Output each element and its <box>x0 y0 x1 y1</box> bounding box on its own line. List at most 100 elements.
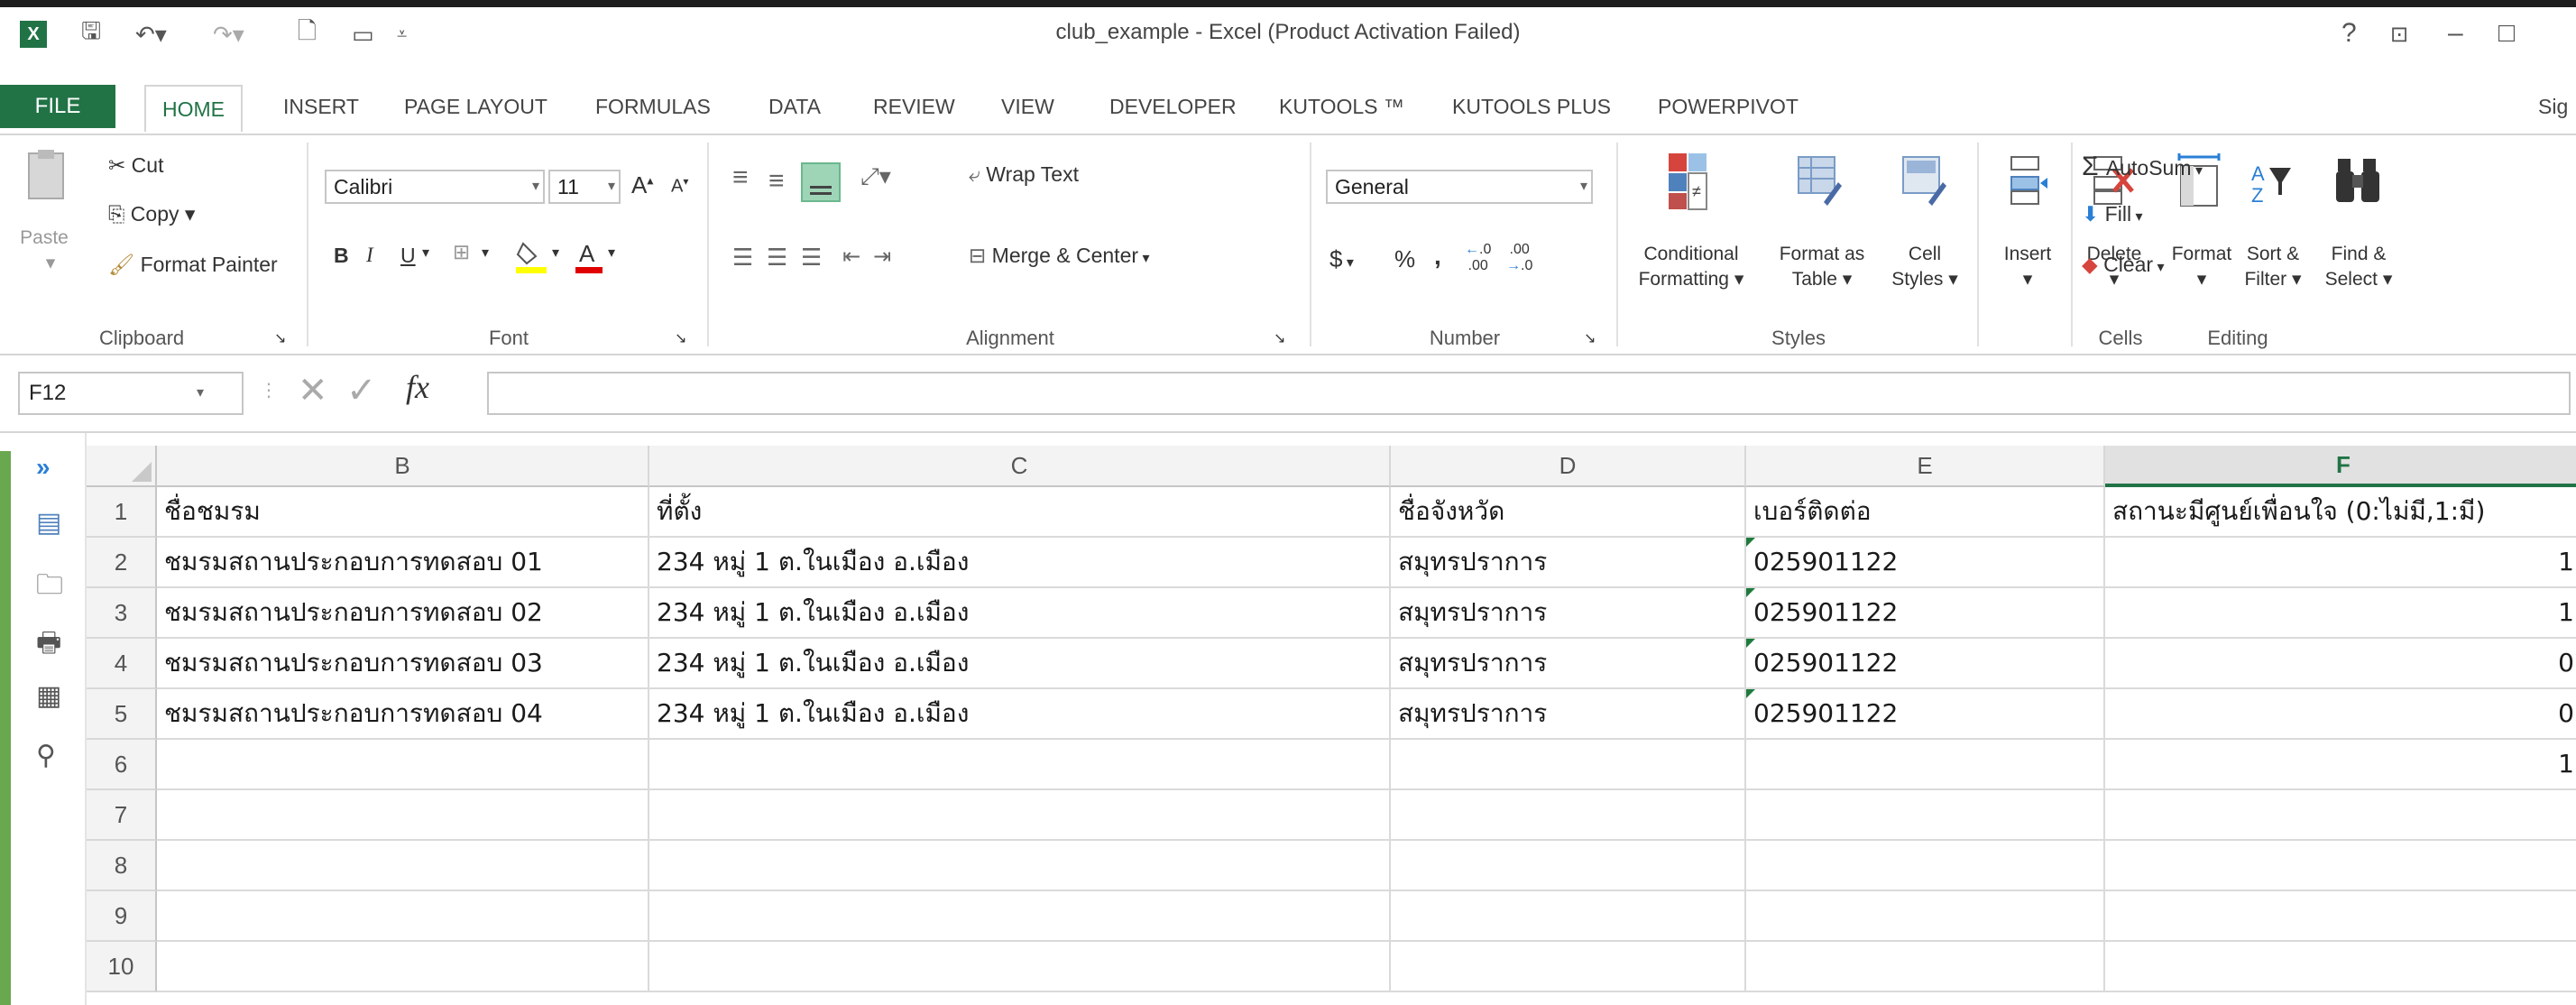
alignment-launcher-icon[interactable]: ↘ <box>1274 327 1285 352</box>
ribbon-display-icon[interactable]: ⊡ <box>2390 22 2408 48</box>
fill-button[interactable]: ⬇ Fill ▾ <box>2082 202 2143 226</box>
cell-c1[interactable]: ที่ตั้ง <box>649 487 1391 538</box>
sign-in-link[interactable]: Sig <box>2538 85 2568 128</box>
increase-indent-icon[interactable]: ⇥ <box>873 244 891 270</box>
percent-button[interactable]: % <box>1394 245 1415 273</box>
cell-f5[interactable]: 0 <box>2105 689 2576 740</box>
cell-e5[interactable]: 025901122 <box>1746 689 2105 740</box>
cell-b1[interactable]: ชื่อชมรม <box>157 487 649 538</box>
column-header-c[interactable]: C <box>649 446 1391 487</box>
find-select-button[interactable]: Find & Select ▾ <box>2314 242 2403 292</box>
tab-kutools-plus[interactable]: KUTOOLS PLUS <box>1452 85 1611 128</box>
format-as-table-icon[interactable] <box>1797 155 1842 209</box>
cell-e9[interactable] <box>1746 891 2105 942</box>
format-painter-button[interactable]: 🖌 Format Painter <box>108 253 278 277</box>
cell-b3[interactable]: ชมรมสถานประกอบการทดสอบ 02 <box>157 588 649 639</box>
row-header-5[interactable]: 5 <box>87 689 157 740</box>
tab-formulas[interactable]: FORMULAS <box>595 85 711 128</box>
cancel-icon[interactable]: ✕ <box>298 370 328 411</box>
orientation-icon[interactable]: ⤢▾ <box>860 162 891 191</box>
column-header-d[interactable]: D <box>1391 446 1746 487</box>
cell-d1[interactable]: ชื่อจังหวัด <box>1391 487 1746 538</box>
grow-font-button[interactable]: A▴ <box>631 171 653 199</box>
align-center-icon[interactable]: ☰ <box>767 244 787 272</box>
decrease-decimal-button[interactable]: .00 →.0 <box>1506 242 1532 274</box>
cell-e10[interactable] <box>1746 942 2105 992</box>
column-header-b[interactable]: B <box>157 446 649 487</box>
cell-d5[interactable]: สมุทรปราการ <box>1391 689 1746 740</box>
paste-dropdown-icon[interactable]: ▾ <box>41 251 60 276</box>
cell-c5[interactable]: 234 หมู่ 1 ต.ในเมือง อ.เมือง <box>649 689 1391 740</box>
cell-c8[interactable] <box>649 841 1391 891</box>
cell-d4[interactable]: สมุทรปราการ <box>1391 639 1746 689</box>
align-bottom-icon[interactable] <box>801 162 841 202</box>
font-launcher-icon[interactable]: ↘ <box>675 327 686 352</box>
help-button[interactable]: ? <box>2341 18 2357 49</box>
cell-styles-button[interactable]: Cell Styles ▾ <box>1881 242 1968 292</box>
cell-f2[interactable]: 1 <box>2105 538 2576 588</box>
fill-color-dropdown-icon[interactable]: ▾ <box>552 244 559 262</box>
printer-icon[interactable]: 🖶 <box>36 622 61 668</box>
column-header-e[interactable]: E <box>1746 446 2105 487</box>
tab-home[interactable]: HOME <box>144 85 243 132</box>
cell-f3[interactable]: 1 <box>2105 588 2576 639</box>
expand-icon[interactable]: » <box>36 453 51 482</box>
align-middle-icon[interactable]: ≡ <box>768 166 785 197</box>
tab-review[interactable]: REVIEW <box>873 85 955 128</box>
binoculars-icon[interactable]: ⚲ <box>36 740 56 771</box>
cell-d9[interactable] <box>1391 891 1746 942</box>
comma-button[interactable]: , <box>1434 242 1441 271</box>
cell-e6[interactable] <box>1746 740 2105 790</box>
row-header-2[interactable]: 2 <box>87 538 157 588</box>
cell-styles-icon[interactable] <box>1901 155 1946 209</box>
font-color-dropdown-icon[interactable]: ▾ <box>608 244 615 262</box>
tab-file[interactable]: FILE <box>0 85 115 128</box>
sort-filter-icon[interactable]: AZ <box>2249 159 2295 213</box>
conditional-formatting-button[interactable]: Conditional Formatting ▾ <box>1624 242 1759 292</box>
italic-button[interactable]: I <box>366 244 373 267</box>
insert-function-button[interactable]: fx <box>406 368 429 406</box>
row-header-1[interactable]: 1 <box>87 487 157 538</box>
cell-b5[interactable]: ชมรมสถานประกอบการทดสอบ 04 <box>157 689 649 740</box>
align-top-icon[interactable]: ≡ <box>732 162 749 193</box>
row-header-9[interactable]: 9 <box>87 891 157 942</box>
cell-d8[interactable] <box>1391 841 1746 891</box>
cell-f8[interactable] <box>2105 841 2576 891</box>
borders-icon[interactable]: ⊞ <box>453 240 470 264</box>
insert-cells-icon[interactable] <box>2008 155 2049 209</box>
cell-c2[interactable]: 234 หมู่ 1 ต.ในเมือง อ.เมือง <box>649 538 1391 588</box>
cut-button[interactable]: ✂ Cut <box>108 153 163 178</box>
align-left-icon[interactable]: ☰ <box>732 244 753 272</box>
copy-button[interactable]: ⎘ Copy ▾ <box>108 202 195 226</box>
merge-center-button[interactable]: ⊟ Merge & Center ▾ <box>969 244 1150 268</box>
cell-b8[interactable] <box>157 841 649 891</box>
cell-f6[interactable]: 1 <box>2105 740 2576 790</box>
cell-b9[interactable] <box>157 891 649 942</box>
cell-c9[interactable] <box>649 891 1391 942</box>
wrap-text-button[interactable]: ⤶ Wrap Text <box>969 162 1079 187</box>
cell-d7[interactable] <box>1391 790 1746 841</box>
borders-dropdown-icon[interactable]: ▾ <box>482 244 489 262</box>
cell-e1[interactable]: เบอร์ติดต่อ <box>1746 487 2105 538</box>
conditional-formatting-icon[interactable]: ≠ <box>1667 152 1708 211</box>
row-header-4[interactable]: 4 <box>87 639 157 689</box>
name-box[interactable]: F12 ▾ <box>18 372 244 415</box>
cell-e3[interactable]: 025901122 <box>1746 588 2105 639</box>
cell-f9[interactable] <box>2105 891 2576 942</box>
row-header-6[interactable]: 6 <box>87 740 157 790</box>
cell-c6[interactable] <box>649 740 1391 790</box>
cell-f10[interactable] <box>2105 942 2576 992</box>
font-name-select[interactable]: Calibri ▾ <box>325 170 545 204</box>
maximize-button[interactable]: □ <box>2498 18 2515 49</box>
tab-powerpivot[interactable]: POWERPIVOT <box>1658 85 1799 128</box>
cell-b10[interactable] <box>157 942 649 992</box>
align-right-icon[interactable]: ☰ <box>801 244 822 272</box>
font-size-select[interactable]: 11 ▾ <box>548 170 621 204</box>
grid-icon[interactable]: ▦ <box>36 680 61 712</box>
cell-c7[interactable] <box>649 790 1391 841</box>
tab-developer[interactable]: DEVELOPER <box>1109 85 1237 128</box>
autosum-button[interactable]: Σ AutoSum ▾ <box>2082 152 2203 182</box>
insert-cells-button[interactable]: Insert ▾ <box>1992 242 2064 292</box>
row-header-8[interactable]: 8 <box>87 841 157 891</box>
increase-decimal-button[interactable]: ←.0.00 <box>1465 242 1491 274</box>
